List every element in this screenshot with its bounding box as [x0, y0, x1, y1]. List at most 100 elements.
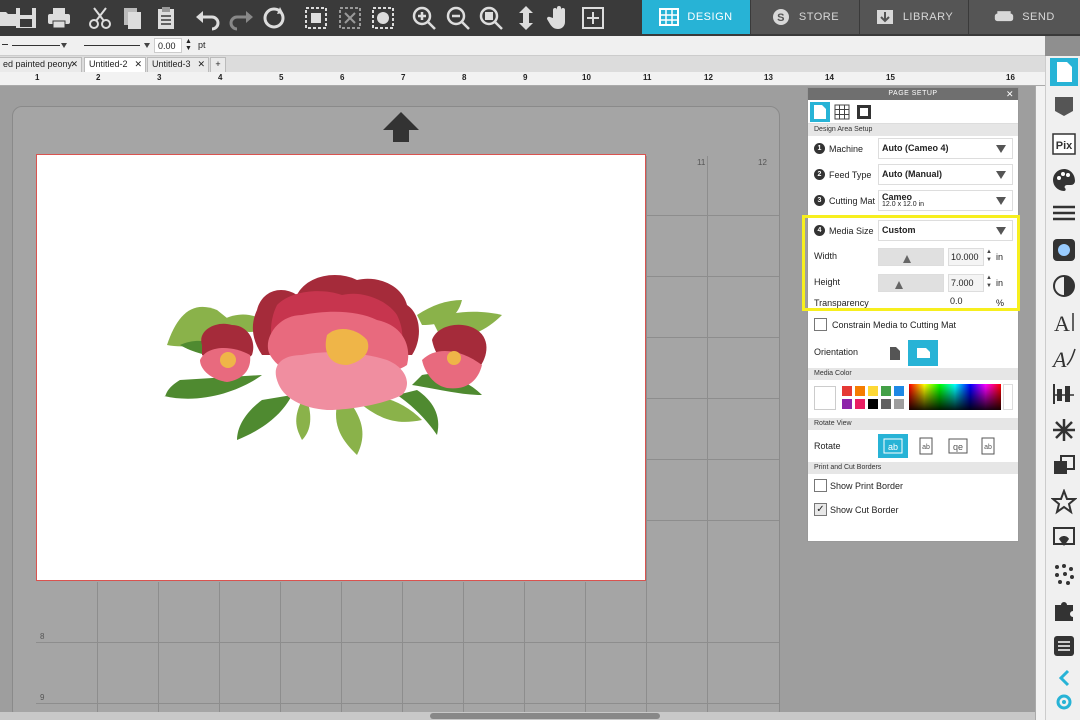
horizontal-scrollbar[interactable]: [0, 712, 1035, 720]
pixscan-icon[interactable]: Pix: [1050, 130, 1078, 158]
save-icon[interactable]: [12, 4, 40, 32]
right-sidebar: Pix A A: [1045, 56, 1080, 720]
design-grid-icon: [659, 8, 680, 26]
tab-design[interactable]: DESIGN: [642, 0, 750, 34]
library-panel-icon[interactable]: [1050, 632, 1078, 660]
grid-line: [36, 703, 779, 704]
brightness-slider[interactable]: [1003, 384, 1013, 410]
svg-text:ab: ab: [922, 444, 930, 451]
modify-icon[interactable]: [1050, 452, 1078, 480]
current-color-swatch[interactable]: [814, 386, 836, 410]
constrain-checkbox[interactable]: [814, 318, 827, 331]
image-effects-icon[interactable]: [1050, 236, 1078, 264]
page-setup-icon[interactable]: [1050, 58, 1078, 86]
svg-text:A: A: [1051, 347, 1067, 371]
undo-icon[interactable]: [194, 4, 222, 32]
machine-dropdown[interactable]: Auto (Cameo 4): [878, 138, 1013, 159]
grid-line: [463, 582, 464, 712]
constrain-label: Constrain Media to Cutting Mat: [832, 320, 957, 330]
replicate-icon[interactable]: [1050, 416, 1078, 444]
design-page[interactable]: [36, 154, 646, 581]
line-style-icon[interactable]: [1050, 200, 1078, 228]
color-spectrum-picker[interactable]: [909, 384, 1001, 410]
fit-to-window-icon[interactable]: [512, 4, 540, 32]
redraw-icon[interactable]: [260, 4, 288, 32]
trace-icon[interactable]: [1050, 524, 1078, 552]
color-swatch[interactable]: [842, 386, 852, 396]
line-end-dropdown[interactable]: [84, 39, 150, 53]
print-icon[interactable]: [45, 4, 73, 32]
settings-gear-icon[interactable]: [1050, 688, 1078, 716]
pan-icon[interactable]: [545, 4, 573, 32]
rotate-270-button[interactable]: ab: [976, 434, 1000, 458]
feed-type-dropdown[interactable]: Auto (Manual): [878, 164, 1013, 185]
stroke-width-spinner[interactable]: ▲ ▼: [185, 38, 192, 52]
sketch-dots-icon[interactable]: [1050, 560, 1078, 588]
align-icon[interactable]: [1050, 380, 1078, 408]
page-view-icon[interactable]: [579, 4, 607, 32]
fill-palette-icon[interactable]: [1050, 166, 1078, 194]
color-swatch[interactable]: [881, 386, 891, 396]
grid-line: [524, 582, 525, 712]
peony-artwork[interactable]: [162, 270, 522, 465]
text-on-path-icon[interactable]: A: [1050, 344, 1078, 372]
close-icon[interactable]: ✕: [134, 59, 142, 70]
color-swatch[interactable]: [868, 386, 878, 396]
doc-tab-peony[interactable]: ed painted peony ✕: [0, 57, 82, 72]
close-icon[interactable]: ✕: [197, 59, 205, 70]
portrait-button[interactable]: [886, 344, 904, 362]
grid-line: [646, 156, 647, 712]
tab-store[interactable]: S STORE: [751, 0, 859, 34]
tab-page-setup[interactable]: [810, 102, 830, 122]
stroke-width-input[interactable]: 0.00: [154, 38, 182, 53]
tab-registration[interactable]: [854, 102, 874, 122]
color-swatch[interactable]: [855, 386, 865, 396]
tab-grid-setup[interactable]: [832, 102, 852, 122]
rotate-0-button[interactable]: ab: [878, 434, 908, 458]
zoom-out-icon[interactable]: [444, 4, 472, 32]
doc-tab-untitled-3[interactable]: Untitled-3 ✕: [147, 57, 209, 72]
paste-icon[interactable]: [152, 4, 180, 32]
deselect-icon[interactable]: [336, 4, 364, 32]
send-panel-icon[interactable]: [1050, 92, 1078, 120]
line-style-dropdown[interactable]: [12, 39, 67, 53]
color-swatch[interactable]: [894, 386, 904, 396]
copy-icon[interactable]: [118, 4, 146, 32]
select-all-icon[interactable]: [302, 4, 330, 32]
doc-tab-untitled-2[interactable]: Untitled-2 ✕: [84, 57, 146, 72]
add-tab-button[interactable]: +: [210, 57, 226, 72]
print-border-checkbox[interactable]: [814, 479, 827, 492]
offset-star-icon[interactable]: [1050, 488, 1078, 516]
grid-line: [707, 156, 708, 712]
color-swatch[interactable]: [881, 399, 891, 409]
rotate-90-button[interactable]: ab: [914, 434, 938, 458]
cutting-mat-dropdown[interactable]: Cameo 12.0 x 12.0 in: [878, 190, 1013, 211]
redo-icon[interactable]: [227, 4, 255, 32]
chevron-down-icon: [996, 171, 1006, 179]
color-swatch[interactable]: [842, 399, 852, 409]
close-icon[interactable]: ✕: [1006, 88, 1014, 100]
grid-number: 12: [758, 158, 767, 167]
transparency-icon[interactable]: [1050, 272, 1078, 300]
tab-send[interactable]: SEND: [969, 0, 1080, 34]
landscape-button[interactable]: [908, 340, 938, 366]
zoom-select-icon[interactable]: [477, 4, 505, 32]
grid-line: [646, 398, 779, 399]
portrait-page-icon: [890, 346, 900, 360]
cut-border-label: Show Cut Border: [830, 505, 899, 515]
nesting-puzzle-icon[interactable]: [1050, 596, 1078, 624]
cut-icon[interactable]: [86, 4, 114, 32]
svg-text:ab: ab: [984, 444, 992, 451]
color-swatch[interactable]: [894, 399, 904, 409]
grid-number: 8: [40, 632, 45, 641]
rotate-180-button[interactable]: qe: [944, 434, 972, 458]
close-icon[interactable]: ✕: [70, 59, 78, 70]
select-by-color-icon[interactable]: [369, 4, 397, 32]
cut-border-checkbox[interactable]: ✓: [814, 503, 827, 516]
tab-library[interactable]: LIBRARY: [860, 0, 968, 34]
text-style-icon[interactable]: A: [1050, 308, 1078, 336]
color-swatch[interactable]: [868, 399, 878, 409]
zoom-in-icon[interactable]: [410, 4, 438, 32]
grid-number: 11: [697, 158, 706, 167]
color-swatch[interactable]: [855, 399, 865, 409]
